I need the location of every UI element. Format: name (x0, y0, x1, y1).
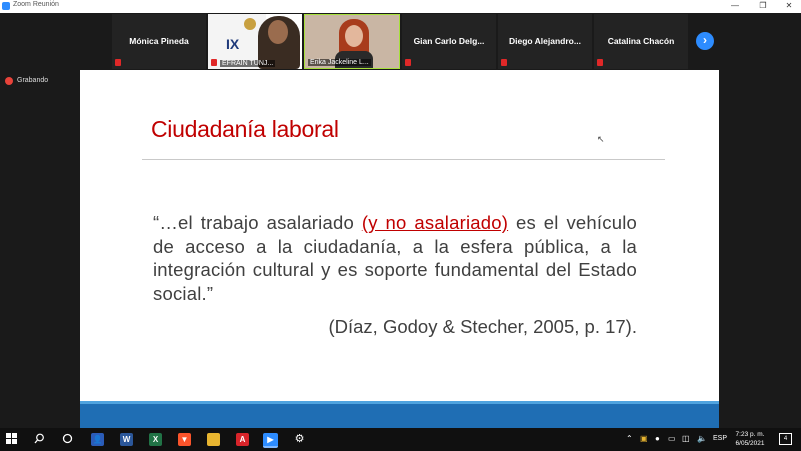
participant-video-tile[interactable]: IX EFRAIN TUNJ... (208, 14, 302, 69)
clock-time: 7:23 p. m. (735, 431, 765, 438)
people-icon[interactable]: 👤 (91, 433, 104, 446)
slide-title: Ciudadanía laboral (151, 116, 339, 142)
close-button[interactable]: ✕ (775, 0, 801, 13)
system-clock[interactable]: 7:23 p. m. 6/05/2021 (728, 430, 772, 448)
recording-label: Grabando (17, 77, 49, 84)
excel-icon[interactable]: X (149, 433, 162, 446)
participant-name: Erika Jackeline L... (308, 59, 371, 66)
minimize-button[interactable]: — (721, 0, 749, 13)
participant-tile[interactable]: Diego Alejandro... (498, 14, 592, 69)
taskbar: 👤 W X ▼ A ▶ ⚙ ⌃ ▣ ● ▭ ◫ 🔈 ESP 7:23 p. m.… (0, 428, 801, 451)
participant-name: EFRAIN TUNJ... (220, 60, 276, 67)
people-tray-icon[interactable]: ● (655, 433, 660, 445)
recording-dot-icon (5, 77, 13, 85)
participant-strip: Mónica Pineda IX EFRAIN TUNJ... Erika Ja… (0, 13, 801, 70)
participant-face (345, 25, 363, 47)
windows-logo-icon[interactable] (5, 433, 18, 446)
shared-slide: Ciudadanía laboral ↖ “…el trabajo asalar… (80, 70, 719, 428)
battery-icon[interactable]: ▭ (668, 433, 676, 445)
restore-button[interactable]: ❐ (749, 0, 777, 13)
quote-text: “…el trabajo asalariado (153, 212, 362, 233)
muted-mic-icon (597, 59, 603, 66)
zoom-icon[interactable]: ▶ (263, 433, 278, 448)
slide-footer-bar (80, 401, 719, 428)
chevron-up-icon[interactable]: ⌃ (626, 433, 633, 445)
participant-face (268, 20, 288, 44)
title-bar: Zoom Reunión — ❐ ✕ (0, 0, 801, 13)
title-divider (142, 159, 665, 160)
acrobat-icon[interactable]: A (236, 433, 249, 446)
notification-center-icon[interactable]: 4 (779, 433, 792, 445)
participant-tile[interactable]: Mónica Pineda (112, 14, 206, 69)
zoom-app-icon (2, 2, 10, 10)
participant-name: Mónica Pineda (129, 36, 189, 46)
search-icon[interactable] (33, 433, 46, 446)
language-indicator[interactable]: ESP (713, 433, 727, 445)
clock-date: 6/05/2021 (735, 440, 765, 447)
slide-quote: “…el trabajo asalariado (y no asalariado… (153, 211, 637, 305)
seal-icon (244, 18, 256, 30)
participant-name: Diego Alejandro... (509, 36, 581, 46)
participant-name: Gian Carlo Delg... (413, 36, 485, 46)
active-speaker-tile[interactable]: Erika Jackeline L... (304, 14, 400, 69)
file-explorer-icon[interactable] (207, 433, 220, 446)
muted-mic-icon (115, 59, 121, 66)
lock-icon[interactable]: ▣ (640, 433, 648, 445)
participant-tile[interactable]: Gian Carlo Delg... (402, 14, 496, 69)
cortana-icon[interactable] (61, 433, 74, 446)
brave-icon[interactable]: ▼ (178, 433, 191, 446)
volume-icon[interactable]: 🔈 (697, 433, 707, 445)
slide-citation: (Díaz, Godoy & Stecher, 2005, p. 17). (328, 316, 637, 337)
muted-mic-icon (405, 59, 411, 66)
participant-name: Catalina Chacón (607, 36, 675, 46)
event-logo-text: IX (226, 36, 240, 52)
mouse-cursor-icon: ↖ (597, 134, 605, 144)
muted-mic-icon (211, 59, 217, 66)
next-participants-button[interactable]: › (696, 32, 714, 50)
network-icon[interactable]: ◫ (682, 433, 690, 445)
window-title: Zoom Reunión (13, 1, 59, 8)
settings-icon[interactable]: ⚙ (293, 433, 306, 446)
participant-tile[interactable]: Catalina Chacón (594, 14, 688, 69)
muted-mic-icon (501, 59, 507, 66)
quote-highlight: (y no asalariado) (361, 212, 509, 233)
word-icon[interactable]: W (120, 433, 133, 446)
